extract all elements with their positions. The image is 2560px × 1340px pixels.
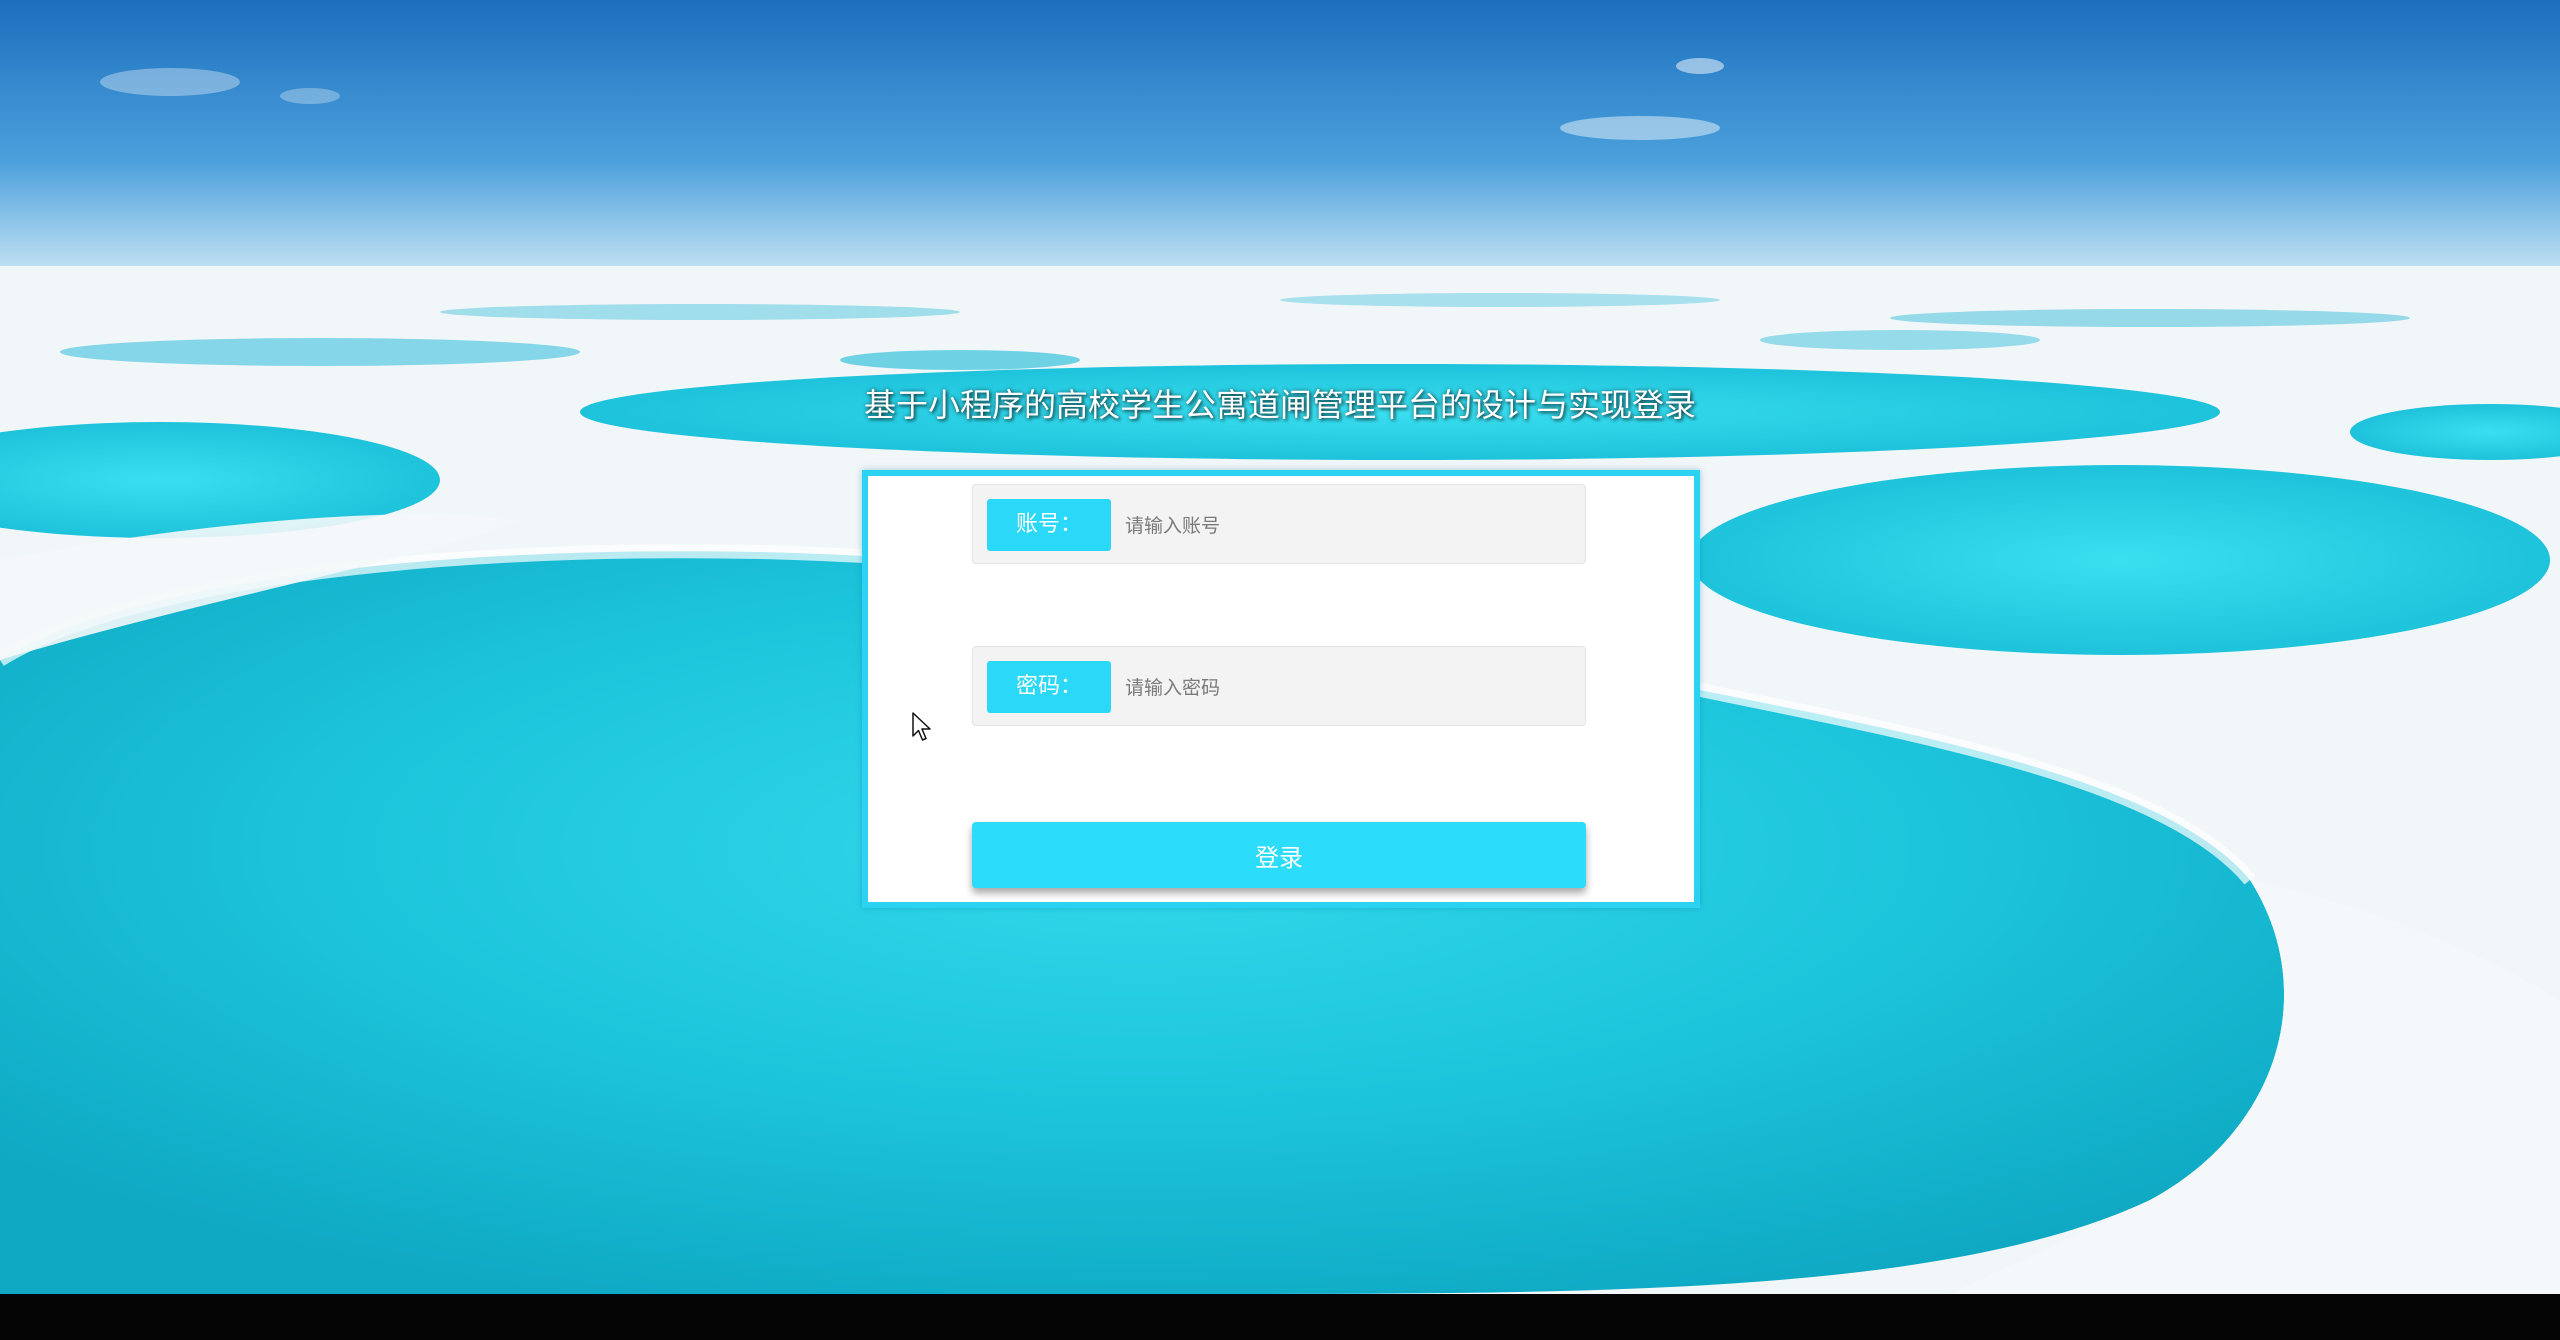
bottom-black-bar xyxy=(0,1294,2560,1340)
page-title: 基于小程序的高校学生公寓道闸管理平台的设计与实现登录 xyxy=(863,386,1696,424)
account-label: 账号： xyxy=(987,499,1111,551)
password-input[interactable] xyxy=(1123,661,1567,715)
account-input[interactable] xyxy=(1123,499,1567,553)
password-label: 密码： xyxy=(987,661,1111,713)
login-form-panel: 账号： 密码： 登录 xyxy=(862,470,1700,908)
mouse-pointer-icon xyxy=(912,712,931,741)
login-page: 基于小程序的高校学生公寓道闸管理平台的设计与实现登录 账号： 密码： 登录 xyxy=(0,0,2560,1340)
login-button[interactable]: 登录 xyxy=(972,822,1586,888)
account-field: 账号： xyxy=(972,484,1586,564)
password-field: 密码： xyxy=(972,646,1586,726)
